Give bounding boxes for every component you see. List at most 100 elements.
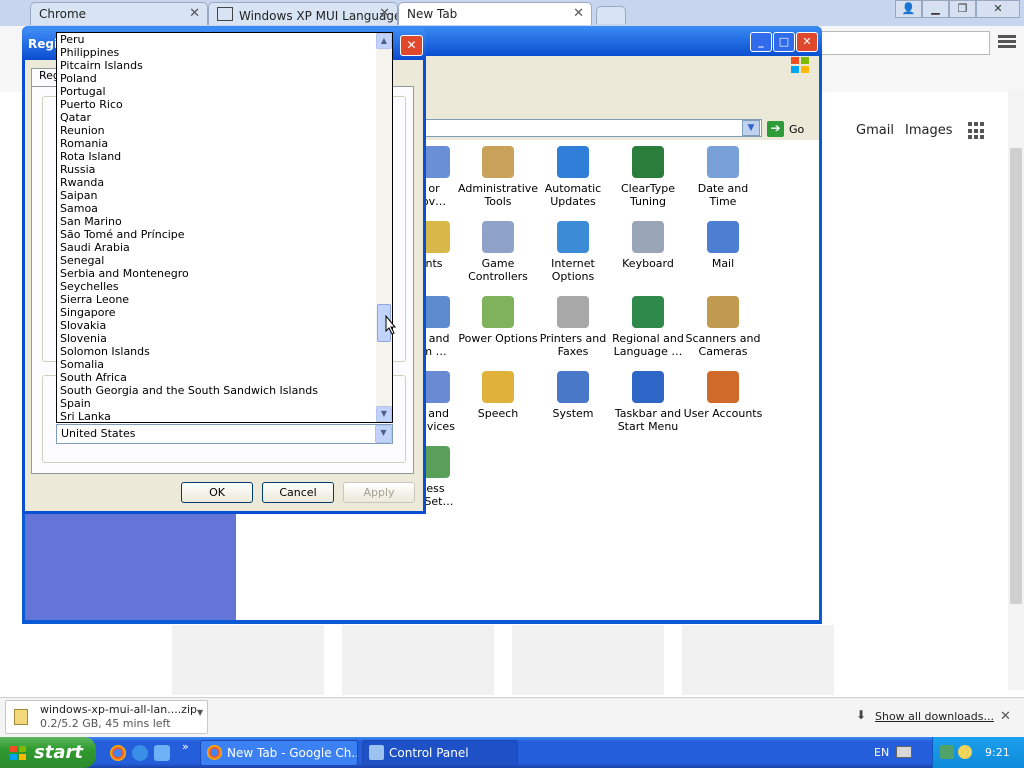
country-option[interactable]: Rwanda bbox=[60, 176, 104, 189]
close-icon[interactable]: ✕ bbox=[400, 35, 423, 56]
most-visited-tile[interactable] bbox=[682, 625, 834, 695]
chrome-icon[interactable] bbox=[110, 745, 126, 761]
country-option[interactable]: Saipan bbox=[60, 189, 97, 202]
control-panel-item-label: Administrative Tools bbox=[458, 182, 539, 208]
country-option[interactable]: Saudi Arabia bbox=[60, 241, 130, 254]
country-option[interactable]: Poland bbox=[60, 72, 97, 85]
menu-icon[interactable] bbox=[998, 33, 1016, 51]
control-panel-item-label: Scanners and Cameras bbox=[685, 332, 761, 358]
country-option[interactable]: Portugal bbox=[60, 85, 106, 98]
control-panel-item[interactable]: Administrative Tools bbox=[458, 146, 538, 208]
control-panel-item[interactable]: Keyboard bbox=[608, 221, 688, 270]
country-option[interactable]: Qatar bbox=[60, 111, 91, 124]
chevron-down-icon[interactable]: ▼ bbox=[197, 708, 203, 717]
country-option[interactable]: Philippines bbox=[60, 46, 119, 59]
country-option[interactable]: Seychelles bbox=[60, 280, 119, 293]
address-field[interactable] bbox=[420, 119, 762, 137]
scroll-down-icon[interactable]: ▼ bbox=[376, 406, 392, 422]
gmail-link[interactable]: Gmail bbox=[856, 123, 894, 138]
country-option[interactable]: Singapore bbox=[60, 306, 116, 319]
country-option[interactable]: Puerto Rico bbox=[60, 98, 123, 111]
chevron-down-icon[interactable]: ▼ bbox=[375, 425, 392, 443]
show-all-downloads-link[interactable]: Show all downloads... bbox=[875, 710, 994, 723]
tab-windows-xp-mui[interactable]: Windows XP MUI Language P ✕ bbox=[208, 2, 398, 25]
country-option[interactable]: Somalia bbox=[60, 358, 104, 371]
control-panel-item[interactable]: Power Options bbox=[458, 296, 538, 345]
maximize-icon[interactable]: □ bbox=[773, 32, 795, 52]
country-option[interactable]: Reunion bbox=[60, 124, 105, 137]
keyboard-icon[interactable] bbox=[896, 746, 912, 758]
country-option[interactable]: Romania bbox=[60, 137, 108, 150]
page-scrollbar-thumb[interactable] bbox=[1010, 148, 1022, 604]
country-option[interactable]: San Marino bbox=[60, 215, 122, 228]
close-icon[interactable]: ✕ bbox=[796, 32, 818, 52]
security-icon[interactable] bbox=[958, 745, 972, 759]
country-option[interactable]: Pitcairn Islands bbox=[60, 59, 143, 72]
control-panel-item[interactable]: Mail bbox=[683, 221, 763, 270]
country-option[interactable]: Senegal bbox=[60, 254, 104, 267]
close-icon[interactable]: ✕ bbox=[189, 6, 200, 21]
chevron-down-icon[interactable]: ▼ bbox=[742, 120, 760, 136]
close-icon[interactable]: ✕ bbox=[1000, 709, 1011, 724]
restore-icon[interactable]: ❐ bbox=[949, 0, 976, 18]
most-visited-tile[interactable] bbox=[512, 625, 664, 695]
close-icon[interactable]: ✕ bbox=[379, 6, 390, 21]
profile-icon[interactable]: 👤 bbox=[895, 0, 922, 18]
new-tab-button[interactable] bbox=[596, 6, 626, 24]
go-arrow-icon[interactable]: ➔ bbox=[767, 121, 784, 137]
country-option[interactable]: Russia bbox=[60, 163, 95, 176]
ok-button[interactable]: OK bbox=[181, 482, 253, 503]
network-icon[interactable] bbox=[940, 745, 954, 759]
apply-button[interactable]: Apply bbox=[343, 482, 415, 503]
apps-grid-icon[interactable] bbox=[968, 122, 986, 140]
control-panel-item[interactable]: Printers and Faxes bbox=[533, 296, 613, 358]
list-scrollbar[interactable] bbox=[376, 33, 392, 422]
country-dropdown-list[interactable]: Peru Philippines Pitcairn Islands Poland Por… bbox=[56, 32, 393, 423]
control-panel-item[interactable]: ClearType Tuning bbox=[608, 146, 688, 208]
country-option[interactable]: Peru bbox=[60, 33, 85, 46]
control-panel-item[interactable]: System bbox=[533, 371, 613, 420]
images-link[interactable]: Images bbox=[905, 123, 953, 138]
country-option[interactable]: Sierra Leone bbox=[60, 293, 129, 306]
country-option[interactable]: South Africa bbox=[60, 371, 127, 384]
country-option[interactable]: São Tomé and Príncipe bbox=[60, 228, 185, 241]
taskbar-item-control-panel[interactable]: Control Panel bbox=[362, 740, 518, 766]
minimize-icon[interactable]: _ bbox=[750, 32, 772, 52]
minimize-icon[interactable]: ▁ bbox=[922, 0, 949, 18]
control-panel-item[interactable]: Taskbar and Start Menu bbox=[608, 371, 688, 433]
tab-chrome[interactable]: Chrome ✕ bbox=[30, 2, 208, 25]
close-icon[interactable]: ✕ bbox=[573, 6, 584, 21]
most-visited-tile[interactable] bbox=[172, 625, 324, 695]
cancel-button[interactable]: Cancel bbox=[262, 482, 334, 503]
country-option[interactable]: Sri Lanka bbox=[60, 410, 111, 422]
control-panel-item[interactable]: Date and Time bbox=[683, 146, 763, 208]
most-visited-tile[interactable] bbox=[342, 625, 494, 695]
close-window-icon[interactable]: ✕ bbox=[976, 0, 1020, 18]
country-option[interactable]: Spain bbox=[60, 397, 91, 410]
control-panel-item[interactable]: Internet Options bbox=[533, 221, 613, 283]
country-option[interactable]: Serbia and Montenegro bbox=[60, 267, 189, 280]
country-option[interactable]: Slovakia bbox=[60, 319, 106, 332]
control-panel-item[interactable]: Scanners and Cameras bbox=[683, 296, 763, 358]
control-panel-item[interactable]: Automatic Updates bbox=[533, 146, 613, 208]
country-option[interactable]: Samoa bbox=[60, 202, 98, 215]
show-desktop-icon[interactable] bbox=[154, 745, 170, 761]
tab-new-tab[interactable]: New Tab ✕ bbox=[398, 2, 592, 25]
country-option[interactable]: Slovenia bbox=[60, 332, 107, 345]
control-panel-item-label: Speech bbox=[477, 407, 519, 420]
country-option[interactable]: Rota Island bbox=[60, 150, 121, 163]
country-option[interactable]: Solomon Islands bbox=[60, 345, 150, 358]
control-panel-item[interactable]: Speech bbox=[458, 371, 538, 420]
go-button[interactable]: Go bbox=[789, 123, 804, 136]
control-panel-item[interactable]: Game Controllers bbox=[458, 221, 538, 283]
control-panel-item[interactable]: Regional and Language … bbox=[608, 296, 688, 358]
quicklaunch-overflow-icon[interactable]: » bbox=[182, 740, 189, 753]
country-option[interactable]: South Georgia and the South Sandwich Isl… bbox=[60, 384, 318, 397]
language-indicator[interactable]: EN bbox=[874, 746, 889, 759]
control-panel-item-label: User Accounts bbox=[683, 407, 763, 420]
dialog-title: Regi bbox=[28, 37, 59, 51]
taskbar-item-chrome[interactable]: New Tab - Google Ch... bbox=[200, 740, 358, 766]
scroll-up-icon[interactable]: ▲ bbox=[376, 33, 392, 49]
internet-explorer-icon[interactable] bbox=[132, 745, 148, 761]
control-panel-item[interactable]: User Accounts bbox=[683, 371, 763, 420]
